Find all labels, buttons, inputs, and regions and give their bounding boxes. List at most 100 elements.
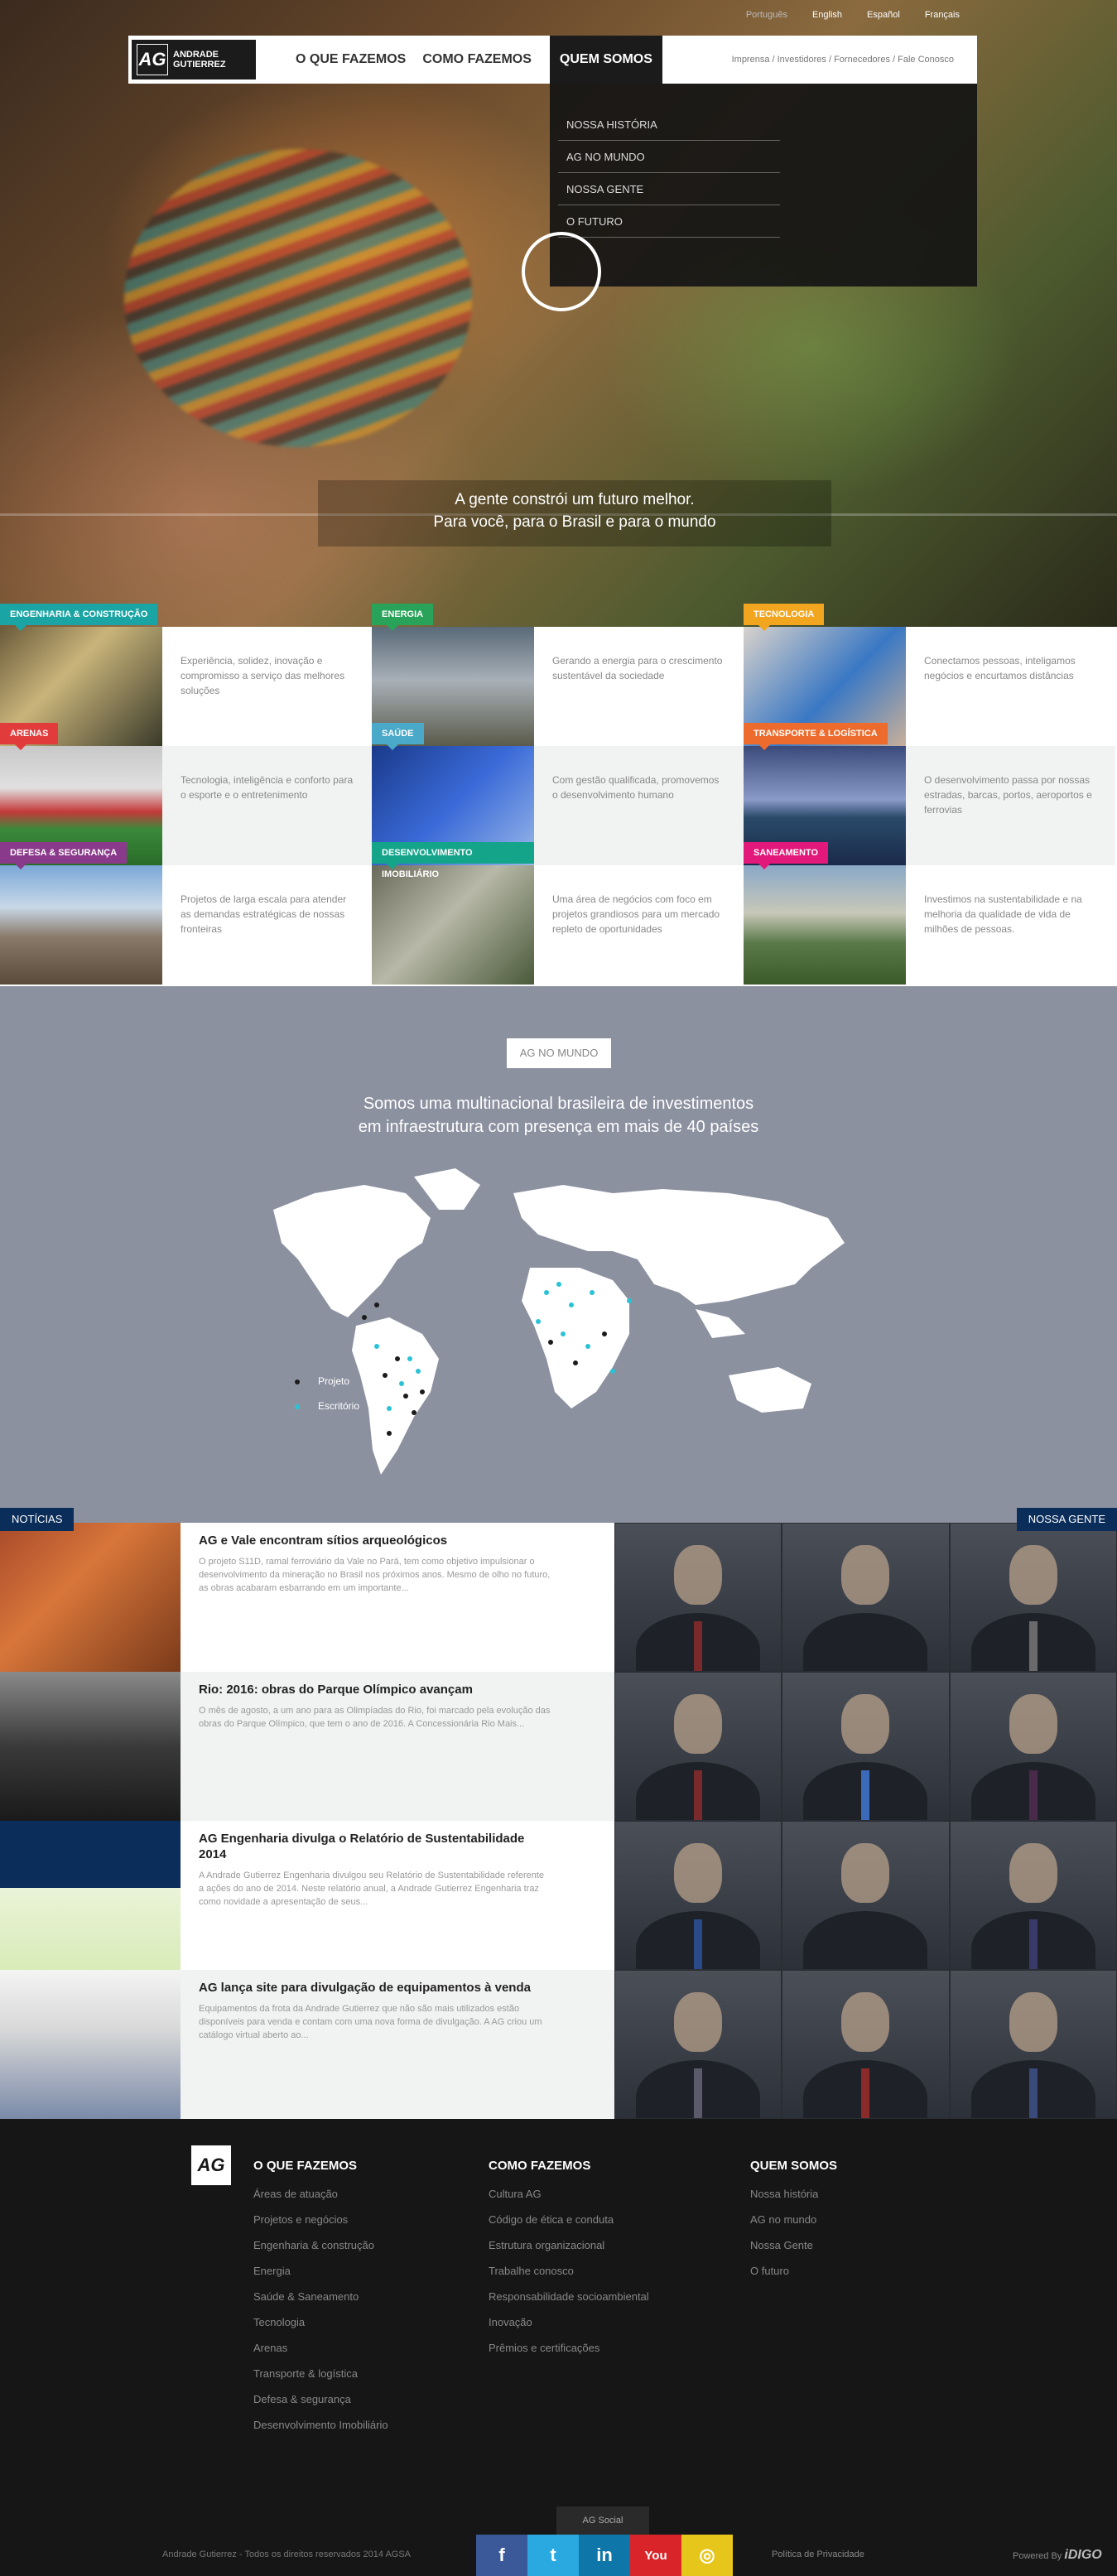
hero-caption: A gente constrói um futuro melhor. Para … xyxy=(318,480,831,546)
linkedin-icon[interactable]: in xyxy=(579,2535,630,2576)
area-saneamento-text: Investimos na sustentabilidade e na melh… xyxy=(924,893,1082,935)
area-saude-tag: SAÚDE xyxy=(372,723,424,750)
footer-col-title[interactable]: O QUE FAZEMOS xyxy=(253,2159,388,2173)
person-portrait[interactable] xyxy=(782,1523,950,1672)
hero-line-1: A gente constrói um futuro melhor. xyxy=(455,491,695,508)
world-map xyxy=(273,1168,845,1475)
person-portrait[interactable] xyxy=(782,1970,950,2119)
footer-link[interactable]: O futuro xyxy=(750,2265,837,2277)
menu-como-fazemos[interactable]: COMO FAZEMOS xyxy=(414,36,540,84)
lang-english[interactable]: English xyxy=(812,10,842,20)
person-portrait[interactable] xyxy=(614,1523,782,1672)
news-title[interactable]: AG e Vale encontram sítios arqueológicos xyxy=(199,1533,551,1548)
area-engenharia-text: Experiência, solidez, inovação e comprom… xyxy=(181,655,345,696)
powered-by[interactable]: Powered By iDIGO xyxy=(1013,2548,1102,2563)
nossa-gente-label[interactable]: NOSSA GENTE xyxy=(1016,1508,1117,1531)
person-portrait[interactable] xyxy=(614,1970,782,2119)
utility-links[interactable]: Imprensa / Investidores / Fornecedores /… xyxy=(732,55,954,65)
footer-link[interactable]: AG no mundo xyxy=(750,2213,837,2226)
youtube-icon[interactable]: You xyxy=(630,2535,681,2576)
portrait-head xyxy=(1009,1992,1057,2052)
footer-link[interactable]: Cultura AG xyxy=(489,2188,649,2200)
area-saneamento[interactable]: SANEAMENTO Investimos na sustentabilidad… xyxy=(744,842,1115,985)
footer-link[interactable]: Áreas de atuação xyxy=(253,2188,388,2200)
footer-link[interactable]: Trabalhe conosco xyxy=(489,2265,649,2277)
portrait-tie xyxy=(694,1919,703,1969)
footer-link[interactable]: Arenas xyxy=(253,2342,388,2354)
twitter-icon[interactable]: t xyxy=(527,2535,579,2576)
lang-portugues[interactable]: Português xyxy=(746,10,787,20)
area-imobiliario-image: DESENVOLVIMENTO IMOBILIÁRIO xyxy=(372,842,534,985)
footer-link[interactable]: Tecnologia xyxy=(253,2316,388,2328)
area-defesa[interactable]: DEFESA & SEGURANÇA Projetos de larga esc… xyxy=(0,842,372,985)
dropdown-o-futuro[interactable]: O FUTURO xyxy=(558,205,780,238)
area-imobiliario-text: Uma área de negócios com foco em projeto… xyxy=(552,893,720,935)
footer-link[interactable]: Engenharia & construção xyxy=(253,2239,388,2251)
portrait-tie xyxy=(861,2068,870,2118)
powered-by-brand: iDIGO xyxy=(1064,2548,1102,2562)
person-portrait[interactable] xyxy=(782,1672,950,1821)
person-portrait[interactable] xyxy=(614,1821,782,1970)
footer-link[interactable]: Transporte & logística xyxy=(253,2367,388,2380)
footer-link[interactable]: Prêmios e certificações xyxy=(489,2342,649,2354)
lang-francais[interactable]: Français xyxy=(925,10,960,20)
person-portrait[interactable] xyxy=(949,1970,1117,2119)
news-item[interactable]: AG e Vale encontram sítios arqueológicos… xyxy=(0,1523,614,1672)
footer-col-como-fazemos: COMO FAZEMOS Cultura AG Código de ética … xyxy=(489,2159,649,2367)
person-portrait[interactable] xyxy=(614,1672,782,1821)
privacy-link[interactable]: Política de Privacidade xyxy=(772,2550,864,2559)
area-imobiliario[interactable]: DESENVOLVIMENTO IMOBILIÁRIO Uma área de … xyxy=(372,842,744,985)
footer-col-title[interactable]: COMO FAZEMOS xyxy=(489,2159,649,2173)
world-title-line-2: em infraestrutura com presença em mais d… xyxy=(358,1118,759,1136)
person-portrait[interactable] xyxy=(949,1523,1117,1672)
world-badge[interactable]: AG NO MUNDO xyxy=(507,1038,611,1068)
portrait-head xyxy=(674,1694,723,1754)
portrait-tie xyxy=(1028,2068,1038,2118)
menu-quem-somos[interactable]: QUEM SOMOS xyxy=(549,36,662,84)
area-energia-tag: ENERGIA xyxy=(372,604,434,631)
person-portrait[interactable] xyxy=(949,1821,1117,1970)
footer-link[interactable]: Código de ética e conduta xyxy=(489,2213,649,2226)
play-video-icon[interactable] xyxy=(522,232,601,311)
news-title[interactable]: AG lança site para divulgação de equipam… xyxy=(199,1980,551,1996)
footer-link[interactable]: Projetos e negócios xyxy=(253,2213,388,2226)
portrait-tie xyxy=(1028,1770,1038,1820)
instagram-icon[interactable]: ◎ xyxy=(681,2535,733,2576)
world-title-line-1: Somos uma multinacional brasileira de in… xyxy=(363,1095,754,1113)
footer-link[interactable]: Saúde & Saneamento xyxy=(253,2290,388,2303)
news-item[interactable]: AG lança site para divulgação de equipam… xyxy=(0,1970,614,2119)
news-thumbnail xyxy=(0,1821,181,1970)
dropdown-ag-no-mundo[interactable]: AG NO MUNDO xyxy=(558,141,780,173)
news-item[interactable]: AG Engenharia divulga o Relatório de Sus… xyxy=(0,1821,614,1970)
footer-link[interactable]: Defesa & segurança xyxy=(253,2393,388,2405)
legend-escritorio: Escritório xyxy=(295,1394,359,1418)
ag-logo[interactable]: AG ANDRADE GUTIERREZ xyxy=(132,40,256,79)
footer-link[interactable]: Inovação xyxy=(489,2316,649,2328)
footer-link[interactable]: Estrutura organizacional xyxy=(489,2239,649,2251)
person-portrait[interactable] xyxy=(782,1821,950,1970)
area-tecnologia-text: Conectamos pessoas, inteligamos negócios… xyxy=(924,655,1076,681)
lang-espanol[interactable]: Español xyxy=(867,10,900,20)
facebook-icon[interactable]: f xyxy=(476,2535,527,2576)
menu-o-que-fazemos[interactable]: O QUE FAZEMOS xyxy=(287,36,414,84)
dropdown-nossa-gente[interactable]: NOSSA GENTE xyxy=(558,173,780,205)
dropdown-nossa-historia[interactable]: NOSSA HISTÓRIA xyxy=(558,108,780,141)
escritorio-dot-icon xyxy=(295,1404,300,1409)
news-title[interactable]: AG Engenharia divulga o Relatório de Sus… xyxy=(199,1831,551,1862)
footer-link[interactable]: Desenvolvimento Imobiliário xyxy=(253,2419,388,2431)
news-title[interactable]: Rio: 2016: obras do Parque Olímpico avan… xyxy=(199,1682,551,1697)
news-body: Rio: 2016: obras do Parque Olímpico avan… xyxy=(181,1672,570,1821)
person-portrait[interactable] xyxy=(949,1672,1117,1821)
footer-link[interactable]: Responsabilidade socioambiental xyxy=(489,2290,649,2303)
main-navbar: AG ANDRADE GUTIERREZ O QUE FAZEMOS COMO … xyxy=(128,36,977,84)
area-imobiliario-tag: DESENVOLVIMENTO IMOBILIÁRIO xyxy=(372,842,534,879)
footer-link[interactable]: Energia xyxy=(253,2265,388,2277)
footer-logo[interactable]: AG xyxy=(191,2145,231,2185)
footer-link[interactable]: Nossa Gente xyxy=(750,2239,837,2251)
footer-col-title[interactable]: QUEM SOMOS xyxy=(750,2159,837,2173)
footer-link[interactable]: Nossa história xyxy=(750,2188,837,2200)
area-defesa-text: Projetos de larga escala para atender as… xyxy=(181,893,347,935)
area-energia[interactable]: ENERGIA Gerando a energia para o crescim… xyxy=(372,604,744,746)
noticias-label[interactable]: NOTÍCIAS xyxy=(0,1508,75,1531)
news-item[interactable]: Rio: 2016: obras do Parque Olímpico avan… xyxy=(0,1672,614,1821)
